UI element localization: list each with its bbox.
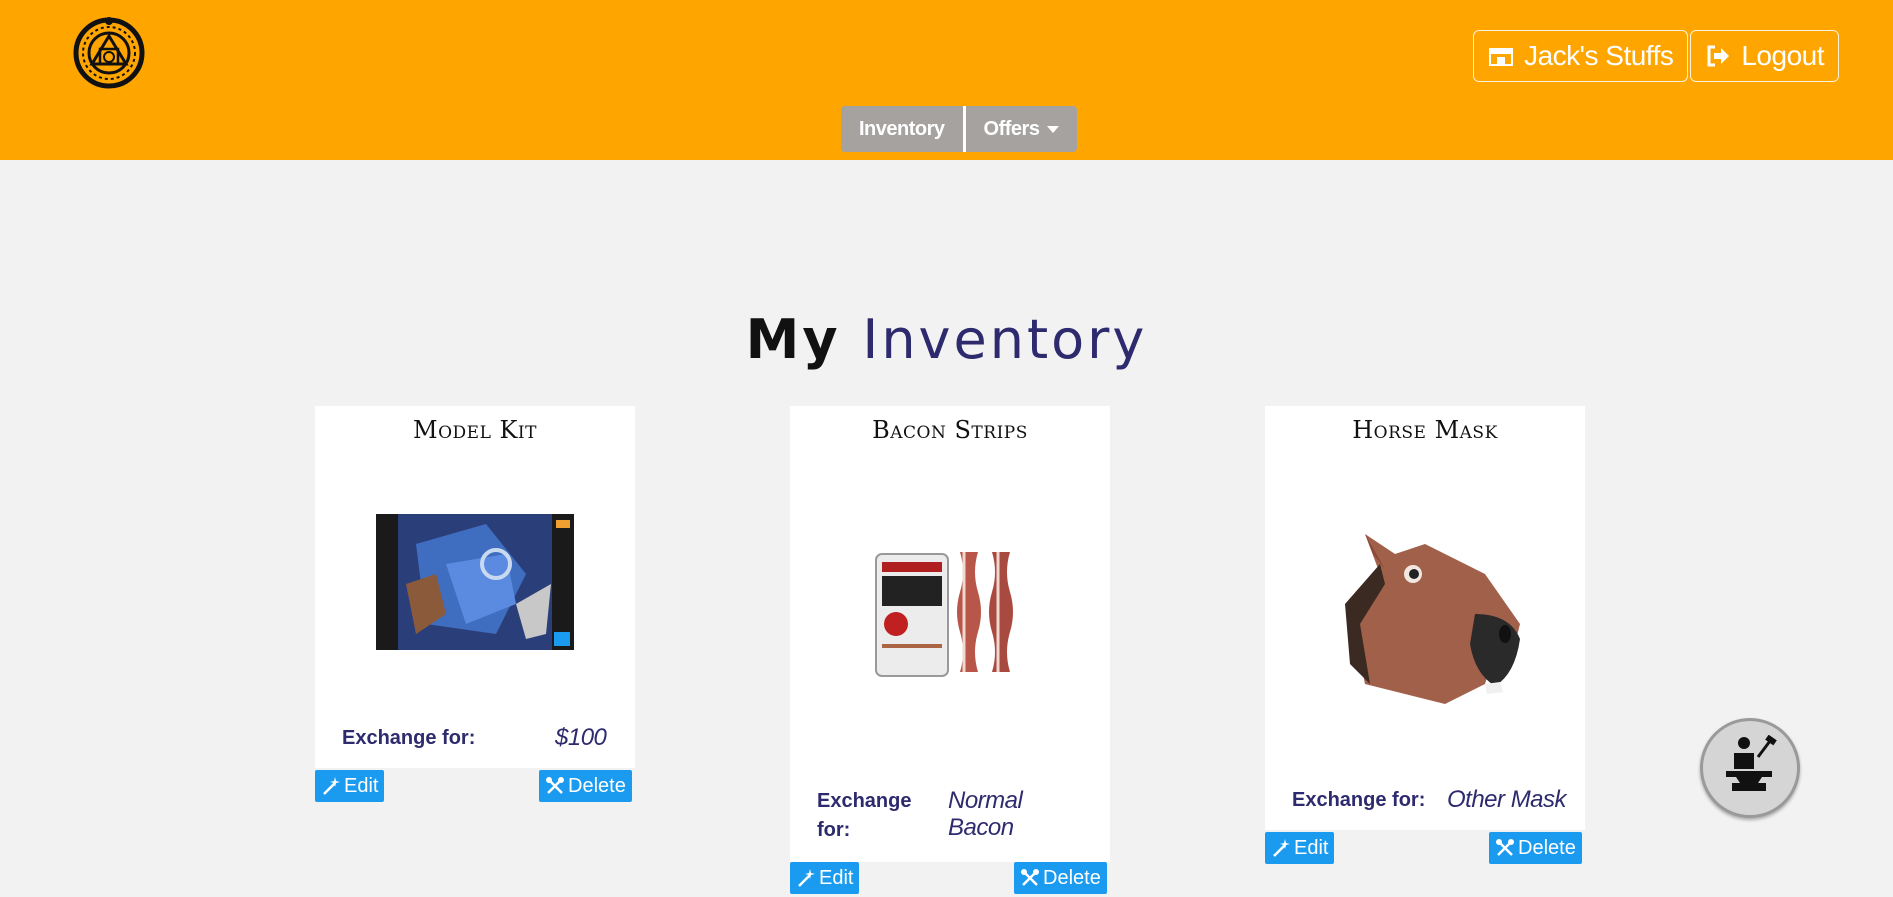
main-nav: Inventory Offers	[841, 106, 1078, 152]
delete-button[interactable]: Delete	[539, 770, 632, 802]
edit-button[interactable]: Edit	[790, 862, 860, 894]
chevron-down-icon	[1047, 125, 1060, 133]
bacon-strips-image	[790, 544, 1110, 680]
card-title: Bacon Strips	[872, 416, 1028, 444]
delete-button[interactable]: Delete	[1489, 832, 1582, 864]
nav-inventory[interactable]: Inventory	[841, 106, 966, 152]
page-title-part2: Inventory	[862, 308, 1148, 371]
edit-button[interactable]: Edit	[1265, 832, 1335, 864]
edit-label: Edit	[1294, 836, 1329, 859]
delete-label: Delete	[568, 774, 626, 797]
exchange-label-cont: for:	[817, 819, 851, 841]
site-logo-icon[interactable]	[72, 16, 146, 90]
user-store-label: Jack's Stuffs	[1524, 40, 1674, 71]
nav-offers-dropdown[interactable]: Offers	[965, 106, 1078, 152]
store-icon	[1488, 43, 1514, 69]
exchange-value-cont: Bacon	[948, 814, 1014, 841]
user-store-button[interactable]: Jack's Stuffs	[1473, 30, 1689, 82]
inventory-card: Bacon Strips Exchange for: Normal Bacon	[790, 406, 1110, 862]
logout-icon	[1705, 43, 1731, 69]
logout-label: Logout	[1741, 40, 1824, 71]
exchange-label: Exchange for:	[1292, 789, 1426, 811]
delete-label: Delete	[1043, 866, 1101, 889]
exchange-value: $100	[555, 724, 607, 751]
blacksmith-anvil-icon	[1722, 734, 1778, 802]
card-title: Horse Mask	[1352, 416, 1498, 444]
exchange-value: Other Mask	[1447, 786, 1567, 813]
magic-wand-icon	[321, 776, 341, 796]
edit-label: Edit	[344, 774, 379, 797]
logout-button[interactable]: Logout	[1690, 30, 1839, 82]
page-title-part1: My	[745, 308, 841, 371]
delete-button[interactable]: Delete	[1014, 862, 1107, 894]
edit-button[interactable]: Edit	[315, 770, 385, 802]
card-title: Model Kit	[413, 416, 537, 444]
delete-label: Delete	[1518, 836, 1576, 859]
exchange-label: Exchange for:	[342, 727, 476, 749]
magic-wand-icon	[1271, 838, 1291, 858]
nav-offers-label: Offers	[983, 117, 1040, 140]
model-kit-image	[315, 514, 635, 650]
exchange-value: Normal	[948, 787, 1023, 814]
top-header: Jack's Stuffs Logout Inventory Offers	[0, 0, 1893, 160]
inventory-card: Horse Mask Exchange for: Other Mask	[1265, 406, 1585, 830]
tools-cross-icon	[545, 776, 565, 796]
tools-cross-icon	[1020, 868, 1040, 888]
exchange-label: Exchange	[817, 790, 912, 812]
magic-wand-icon	[796, 868, 816, 888]
edit-label: Edit	[819, 866, 854, 889]
nav-inventory-label: Inventory	[859, 117, 945, 140]
page-title: My Inventory	[0, 308, 1893, 371]
inventory-card: Model Kit Exchange for: $100	[315, 406, 635, 768]
craft-fab-button[interactable]	[1700, 718, 1800, 818]
horse-mask-image	[1265, 514, 1585, 714]
tools-cross-icon	[1495, 838, 1515, 858]
